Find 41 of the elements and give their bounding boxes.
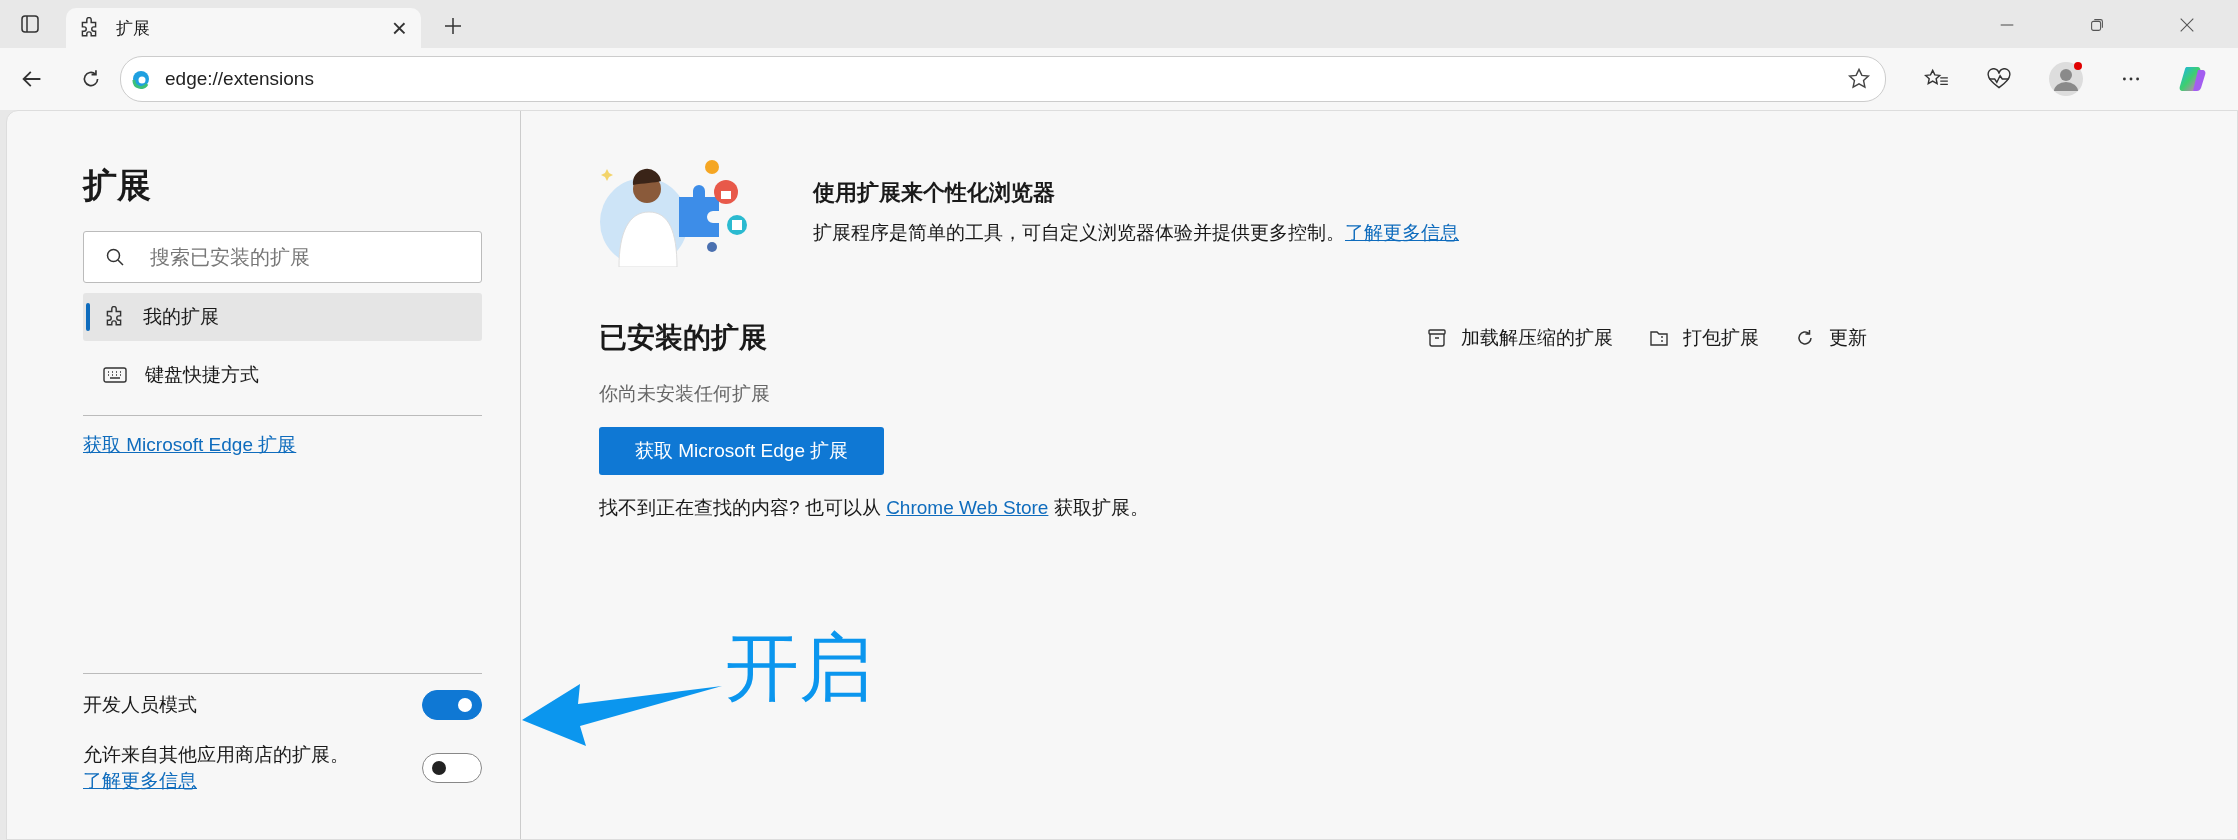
avatar-icon[interactable] (2048, 61, 2084, 97)
tab-actions-icon[interactable] (20, 14, 40, 34)
learn-more-link[interactable]: 了解更多信息 (1345, 222, 1459, 243)
toggle-switch[interactable] (422, 753, 482, 784)
setting-label: 开发人员模式 (83, 692, 198, 717)
url-text: edge://extensions (165, 68, 314, 90)
page-title: 扩展 (83, 165, 152, 206)
browser-tab[interactable]: 扩展 × (66, 8, 421, 48)
keyboard-icon (103, 367, 127, 383)
heart-pulse-icon[interactable] (1986, 68, 2012, 90)
copilot-icon[interactable] (2178, 64, 2208, 94)
star-icon[interactable] (1847, 67, 1871, 91)
annotation-label: 开启 (725, 625, 873, 711)
tab-title: 扩展 (116, 17, 151, 40)
sidebar-item[interactable]: 键盘快捷方式 (83, 351, 482, 399)
close-icon[interactable] (2178, 16, 2196, 34)
section-title: 已安装的扩展 (599, 321, 767, 355)
toolbar-action[interactable]: 加载解压缩的扩展 (1427, 325, 1613, 351)
banner-title: 使用扩展来个性化浏览器 (813, 179, 1056, 207)
toolbar-action[interactable]: 打包扩展 (1649, 325, 1759, 351)
learn-more-link[interactable]: 了解更多信息 (83, 768, 197, 795)
archive-box-icon (1427, 328, 1447, 348)
browser-logo-icon (131, 69, 151, 89)
web-store-link[interactable]: Chrome Web Store (886, 497, 1049, 518)
sidebar-item[interactable]: 我的扩展 (83, 293, 482, 341)
refresh-icon (1795, 328, 1815, 348)
get-extensions-button[interactable]: 获取 Microsoft Edge 扩展 (599, 427, 885, 475)
folder-zip-icon (1649, 328, 1669, 348)
banner-text: 扩展程序是简单的工具，可自定义浏览器体验并提供更多控制。了解更多信息 (813, 221, 1459, 245)
tab-close-button[interactable]: × (391, 15, 407, 41)
address-bar[interactable]: edge://extensions (120, 56, 1886, 102)
restore-icon[interactable] (2088, 16, 2106, 34)
setting-label: 允许来自其他应用商店的扩展。 了解更多信息 (83, 741, 393, 795)
empty-message: 你尚未安装任何扩展 (599, 382, 770, 406)
toolbar-action[interactable]: 更新 (1795, 325, 1867, 351)
store-link[interactable]: 获取 Microsoft Edge 扩展 (83, 432, 297, 458)
new-tab-icon[interactable] (443, 16, 463, 36)
toggle-switch[interactable] (422, 689, 482, 720)
search-field[interactable]: 搜索已安装的扩展 (83, 231, 482, 283)
search-icon (105, 247, 125, 267)
store-hint: 找不到正在查找的内容? 也可以从 Chrome Web Store 获取扩展。 (599, 496, 1149, 520)
